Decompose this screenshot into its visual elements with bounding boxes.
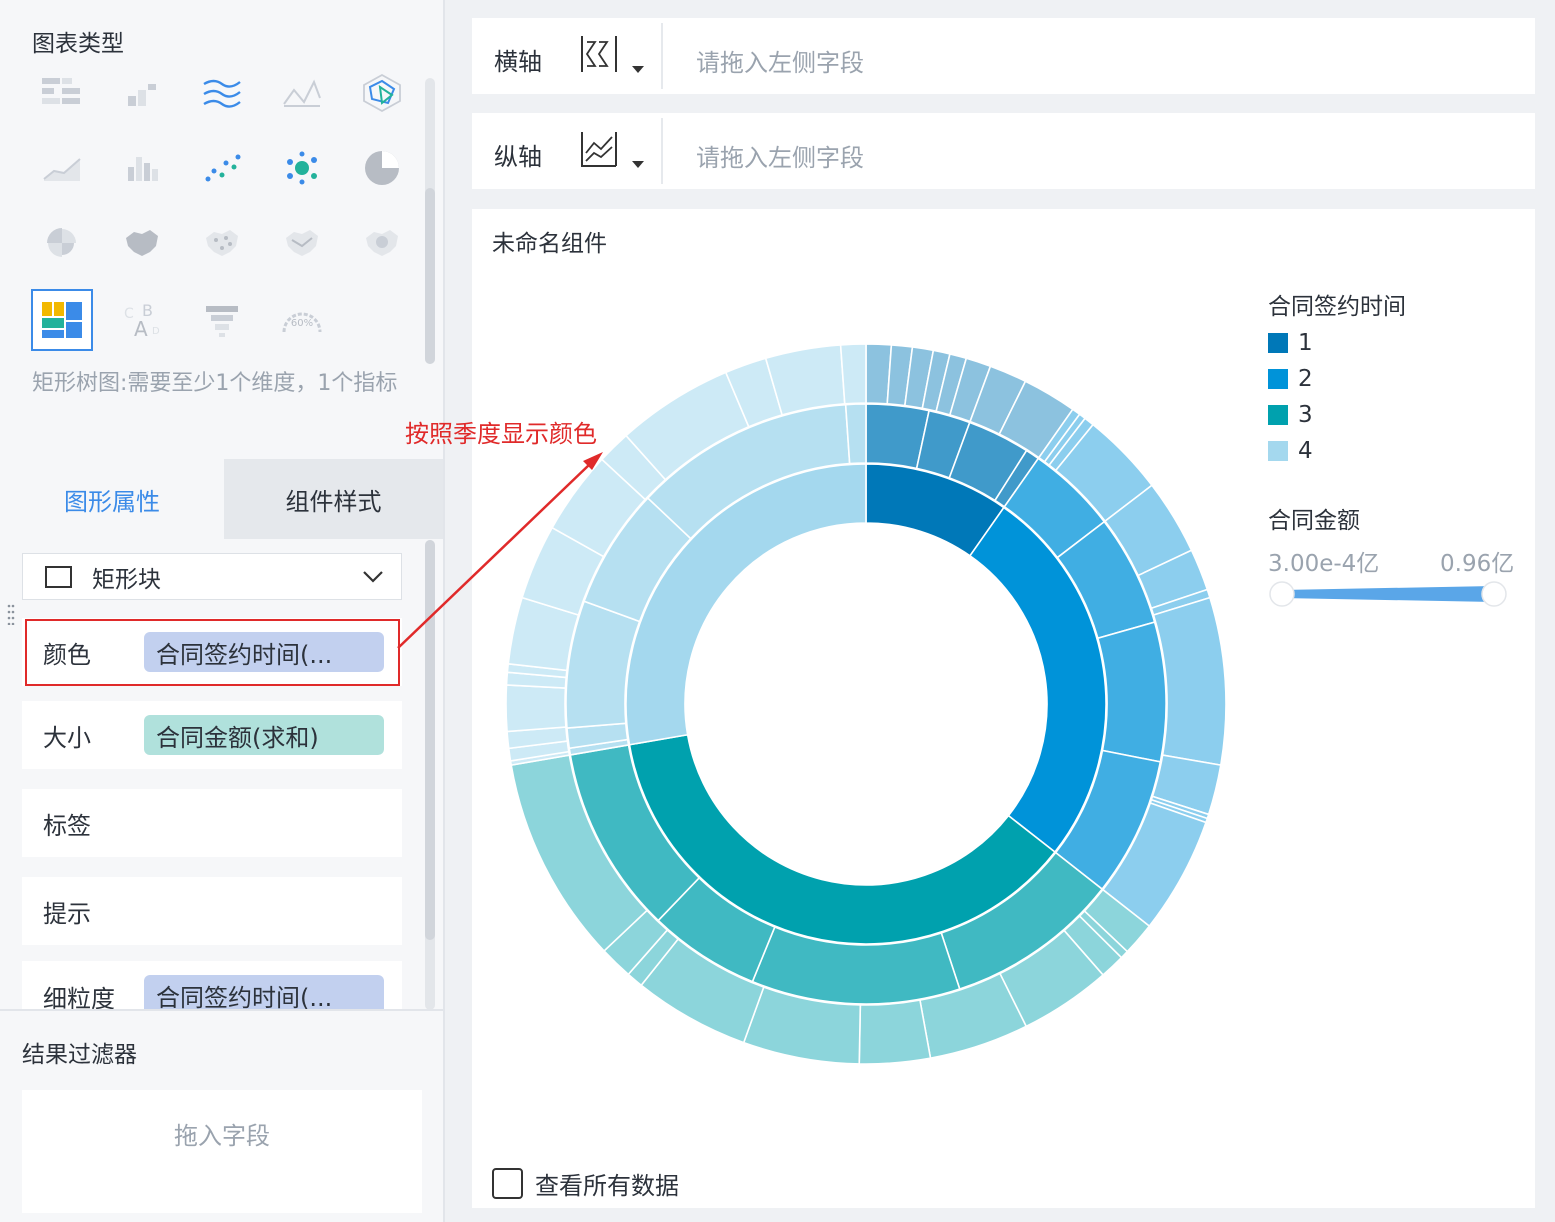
- chart-type-title: 图表类型: [32, 31, 124, 57]
- scatter-icon[interactable]: [191, 137, 253, 199]
- flow-map-icon[interactable]: [271, 212, 333, 274]
- y-axis-type-icon[interactable]: [579, 129, 619, 169]
- tab-graph-properties[interactable]: 图形属性: [0, 459, 224, 539]
- x-axis-type-icon[interactable]: [579, 34, 619, 74]
- granularity-property-row[interactable]: 细粒度 合同签约时间(...: [22, 961, 402, 1009]
- rose-chart-icon[interactable]: [31, 212, 93, 274]
- pie-chart-icon[interactable]: [351, 137, 413, 199]
- result-filter-dropzone[interactable]: 拖入字段: [22, 1090, 422, 1213]
- svg-text:A: A: [134, 317, 148, 340]
- funnel-icon[interactable]: [191, 289, 253, 351]
- left-panel: 图表类型 C B A D 60% 矩形树图:需要至少1个维度，1个指标 图形属性…: [0, 0, 443, 1222]
- result-filter-title: 结果过滤器: [22, 1042, 137, 1068]
- size-range-bar: [1282, 586, 1494, 602]
- svg-text:D: D: [152, 326, 160, 337]
- grouped-table-icon[interactable]: [31, 62, 93, 124]
- properties-scrollbar-thumb[interactable]: [425, 540, 435, 940]
- legend-swatch-2: [1268, 369, 1288, 389]
- shape-type-value: 矩形块: [92, 566, 161, 593]
- size-legend-title: 合同金额: [1268, 508, 1360, 534]
- y-axis-caret-icon[interactable]: [632, 161, 644, 168]
- sunburst-chart: [505, 343, 1227, 1065]
- gauge-icon[interactable]: 60%: [271, 289, 333, 351]
- bubble-icon[interactable]: [271, 137, 333, 199]
- radar-chart-icon[interactable]: [351, 62, 413, 124]
- y-axis-label: 纵轴: [494, 143, 542, 171]
- legend-label-1: 1: [1298, 330, 1313, 356]
- stream-chart-icon[interactable]: [191, 62, 253, 124]
- region-map-icon[interactable]: [111, 212, 173, 274]
- color-legend-title: 合同签约时间: [1268, 294, 1406, 320]
- legend-label-3: 3: [1298, 402, 1313, 428]
- label-label: 标签: [43, 811, 91, 840]
- size-slider-min-handle[interactable]: [1269, 581, 1295, 607]
- sunburst-q2-level2-segment-3[interactable]: [1096, 621, 1167, 763]
- x-axis-dropzone[interactable]: 请拖入左侧字段: [696, 43, 864, 78]
- size-legend-max: 0.96亿: [1440, 551, 1515, 577]
- y-axis-bar: 纵轴 请拖入左侧字段: [472, 113, 1535, 189]
- shape-type-select[interactable]: 矩形块: [22, 553, 402, 600]
- legend-item-4[interactable]: 4: [1268, 438, 1313, 464]
- x-axis-separator: [661, 23, 663, 89]
- tab-component-style[interactable]: 组件样式: [224, 459, 443, 539]
- see-all-label: 查看所有数据: [535, 1172, 679, 1200]
- sunburst-q4-level2-segment-6[interactable]: [844, 403, 867, 465]
- annotation-text: 按照季度显示颜色: [405, 420, 597, 448]
- bar-chart-icon[interactable]: [111, 62, 173, 124]
- legend-swatch-4: [1268, 441, 1288, 461]
- size-property-row[interactable]: 大小 合同金额(求和): [22, 701, 402, 769]
- chevron-down-icon: [363, 571, 383, 583]
- legend-swatch-3: [1268, 405, 1288, 425]
- y-axis-dropzone[interactable]: 请拖入左侧字段: [696, 138, 864, 173]
- panel-divider[interactable]: [443, 0, 445, 1222]
- y-axis-separator: [661, 118, 663, 184]
- legend-label-2: 2: [1298, 366, 1313, 392]
- highlight-box: [25, 619, 400, 686]
- label-property-row[interactable]: 标签: [22, 789, 402, 857]
- point-map-icon[interactable]: [191, 212, 253, 274]
- drag-handle-icon[interactable]: [7, 603, 15, 625]
- legend-swatch-1: [1268, 333, 1288, 353]
- see-all-data-toggle[interactable]: 查看所有数据: [492, 1166, 679, 1201]
- size-legend-min: 3.00e-4亿: [1268, 551, 1380, 577]
- sunburst-q4-level3-segment-14[interactable]: [839, 343, 867, 405]
- sunburst-q3-level3-segment-6[interactable]: [858, 999, 932, 1065]
- x-axis-bar: 横轴 请拖入左侧字段: [472, 18, 1535, 94]
- size-field-pill[interactable]: 合同金额(求和): [144, 715, 384, 755]
- chart-component: 未命名组件 合同签约时间 1 2 3 4 合同金额 3.00e-4亿 0.96亿…: [472, 209, 1535, 1208]
- tooltip-property-row[interactable]: 提示: [22, 877, 402, 945]
- svg-text:C: C: [124, 306, 134, 322]
- treemap-icon[interactable]: [31, 289, 93, 351]
- legend-item-1[interactable]: 1: [1268, 330, 1313, 356]
- line-area-icon[interactable]: [271, 62, 333, 124]
- size-label: 大小: [43, 723, 91, 752]
- legend-label-4: 4: [1298, 438, 1313, 464]
- filter-divider: [0, 1009, 443, 1011]
- rectangle-shape-icon: [45, 565, 72, 588]
- x-axis-label: 横轴: [494, 48, 542, 76]
- legend-item-2[interactable]: 2: [1268, 366, 1313, 392]
- chart-type-hint: 矩形树图:需要至少1个维度，1个指标: [32, 371, 398, 396]
- heat-map-icon[interactable]: [351, 212, 413, 274]
- area-line-icon[interactable]: [31, 137, 93, 199]
- size-range-slider[interactable]: [1268, 577, 1516, 611]
- word-cloud-icon[interactable]: CBAD: [111, 289, 173, 351]
- x-axis-caret-icon[interactable]: [632, 66, 644, 73]
- result-filter-placeholder: 拖入字段: [174, 1122, 270, 1150]
- see-all-checkbox[interactable]: [492, 1168, 523, 1199]
- legend-item-3[interactable]: 3: [1268, 402, 1313, 428]
- combo-bar-icon[interactable]: [111, 137, 173, 199]
- chart-type-scrollbar-thumb[interactable]: [425, 188, 435, 364]
- granularity-field-pill[interactable]: 合同签约时间(...: [144, 975, 384, 1009]
- sunburst-q4-level3-segment-4[interactable]: [505, 684, 567, 733]
- tooltip-label: 提示: [43, 899, 91, 928]
- gauge-text: 60%: [291, 318, 313, 329]
- granularity-label: 细粒度: [43, 985, 115, 1009]
- size-slider-max-handle[interactable]: [1481, 581, 1507, 607]
